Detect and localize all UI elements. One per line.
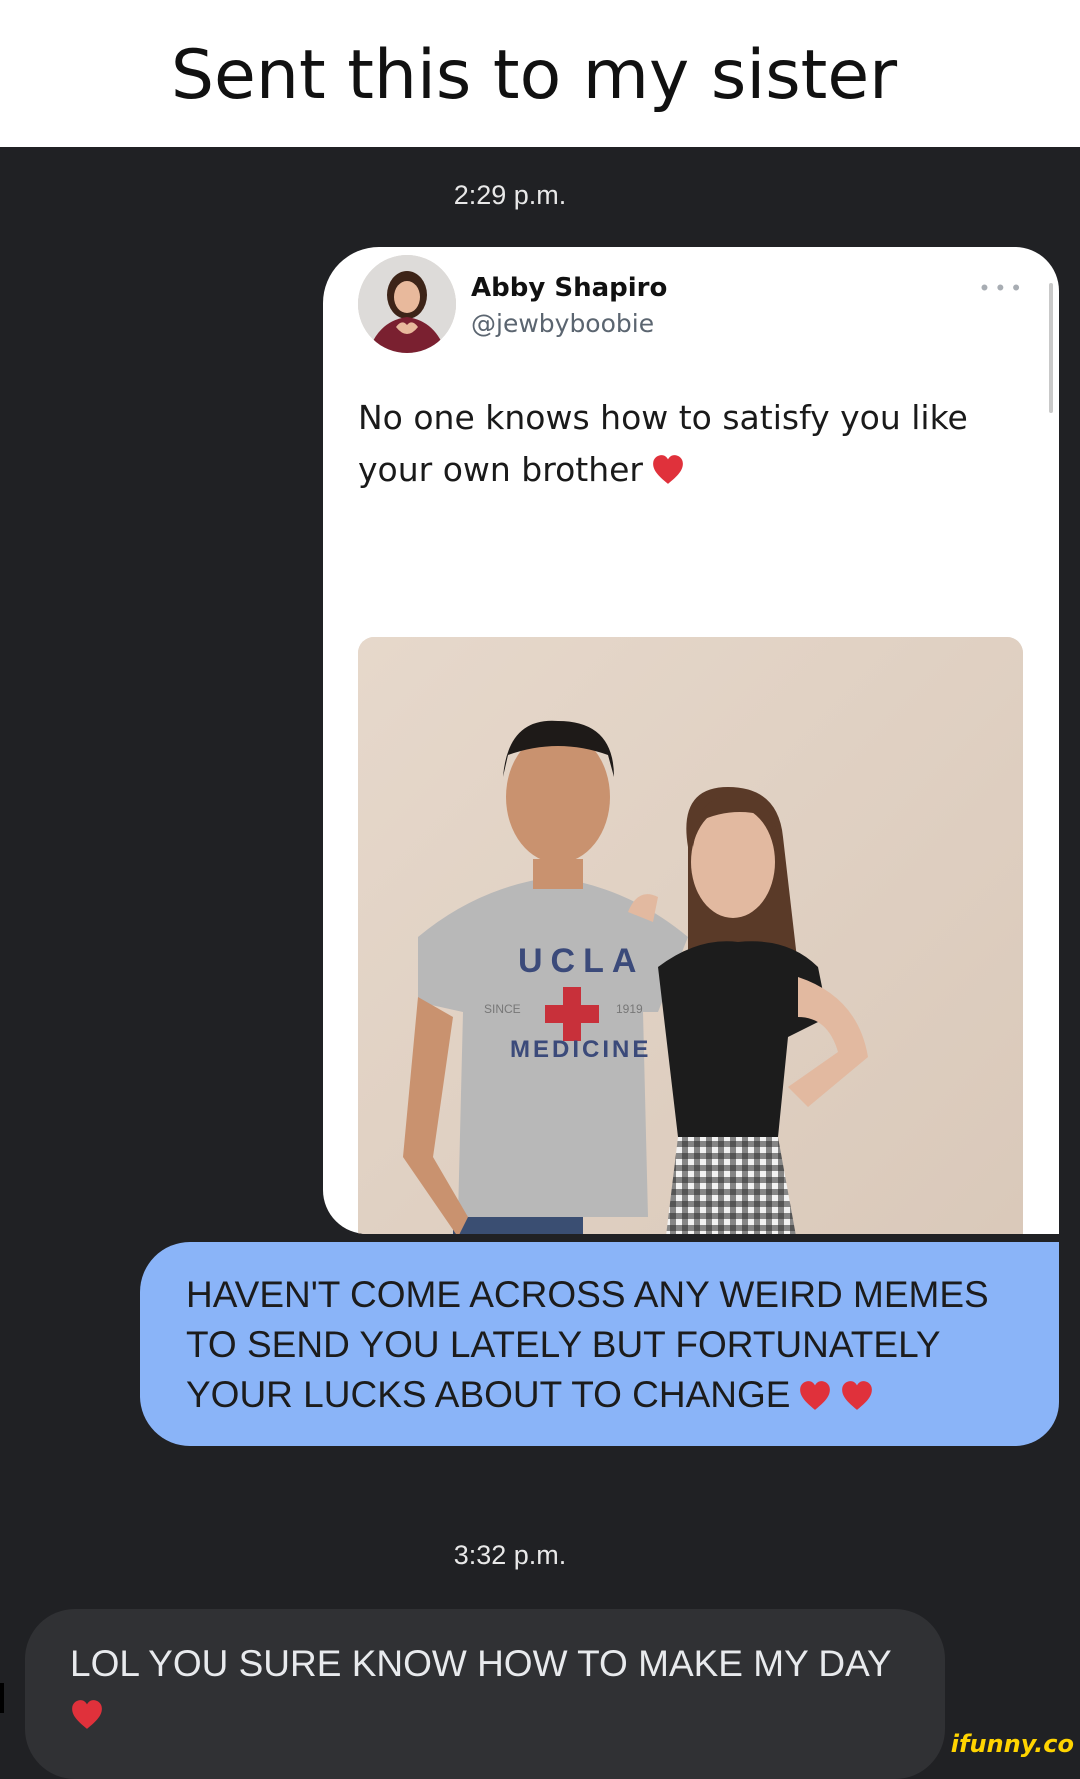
timestamp-second: 3:32 p.m.	[453, 1540, 567, 1570]
outgoing-message-body: HAVEN'T COME ACROSS ANY WEIRD MEMES TO S…	[186, 1270, 1026, 1420]
incoming-message-body: LOL YOU SURE KNOW HOW TO MAKE MY DAY	[70, 1639, 910, 1739]
svg-text:SINCE: SINCE	[484, 1002, 521, 1016]
tweet-handle[interactable]: @jewbyboobie	[471, 309, 654, 338]
incoming-message-text: LOL YOU SURE KNOW HOW TO MAKE MY DAY	[70, 1643, 892, 1684]
more-options-icon[interactable]: • • •	[981, 275, 1021, 301]
incoming-message-bubble[interactable]: LOL YOU SURE KNOW HOW TO MAKE MY DAY	[25, 1609, 945, 1779]
heart-icon	[842, 1381, 873, 1410]
svg-text:MEDICINE: MEDICINE	[510, 1036, 651, 1063]
edge-marker	[0, 1683, 4, 1713]
heart-icon	[800, 1381, 831, 1410]
svg-text:1919: 1919	[616, 1002, 643, 1016]
ifunny-watermark: ifunny.co	[950, 1730, 1074, 1758]
timestamp-first: 2:29 p.m.	[453, 180, 567, 210]
avatar-image	[358, 255, 456, 353]
outgoing-message-bubble[interactable]: HAVEN'T COME ACROSS ANY WEIRD MEMES TO S…	[140, 1242, 1059, 1446]
heart-icon	[72, 1700, 102, 1729]
shared-tweet-card[interactable]: Abby Shapiro @jewbyboobie • • • No one k…	[323, 247, 1059, 1234]
svg-text:UCLA: UCLA	[518, 942, 644, 980]
chat-thread[interactable]: 2:29 p.m. Abby Shapiro @jewbyboobie • • …	[0, 147, 1080, 1779]
tweet-body: No one knows how to satisfy you like you…	[358, 392, 1018, 496]
photo-image: UCLA SINCE 1919 MEDICINE	[358, 637, 1023, 1234]
caption-title: Sent this to my sister	[170, 36, 898, 115]
tweet-avatar[interactable]	[358, 255, 456, 353]
tweet-photo[interactable]: UCLA SINCE 1919 MEDICINE	[358, 637, 1023, 1234]
caption-bar: Sent this to my sister	[0, 0, 1080, 147]
tweet-display-name[interactable]: Abby Shapiro	[471, 273, 667, 303]
heart-icon	[653, 455, 683, 484]
scrollbar-thumb[interactable]	[1049, 283, 1053, 413]
